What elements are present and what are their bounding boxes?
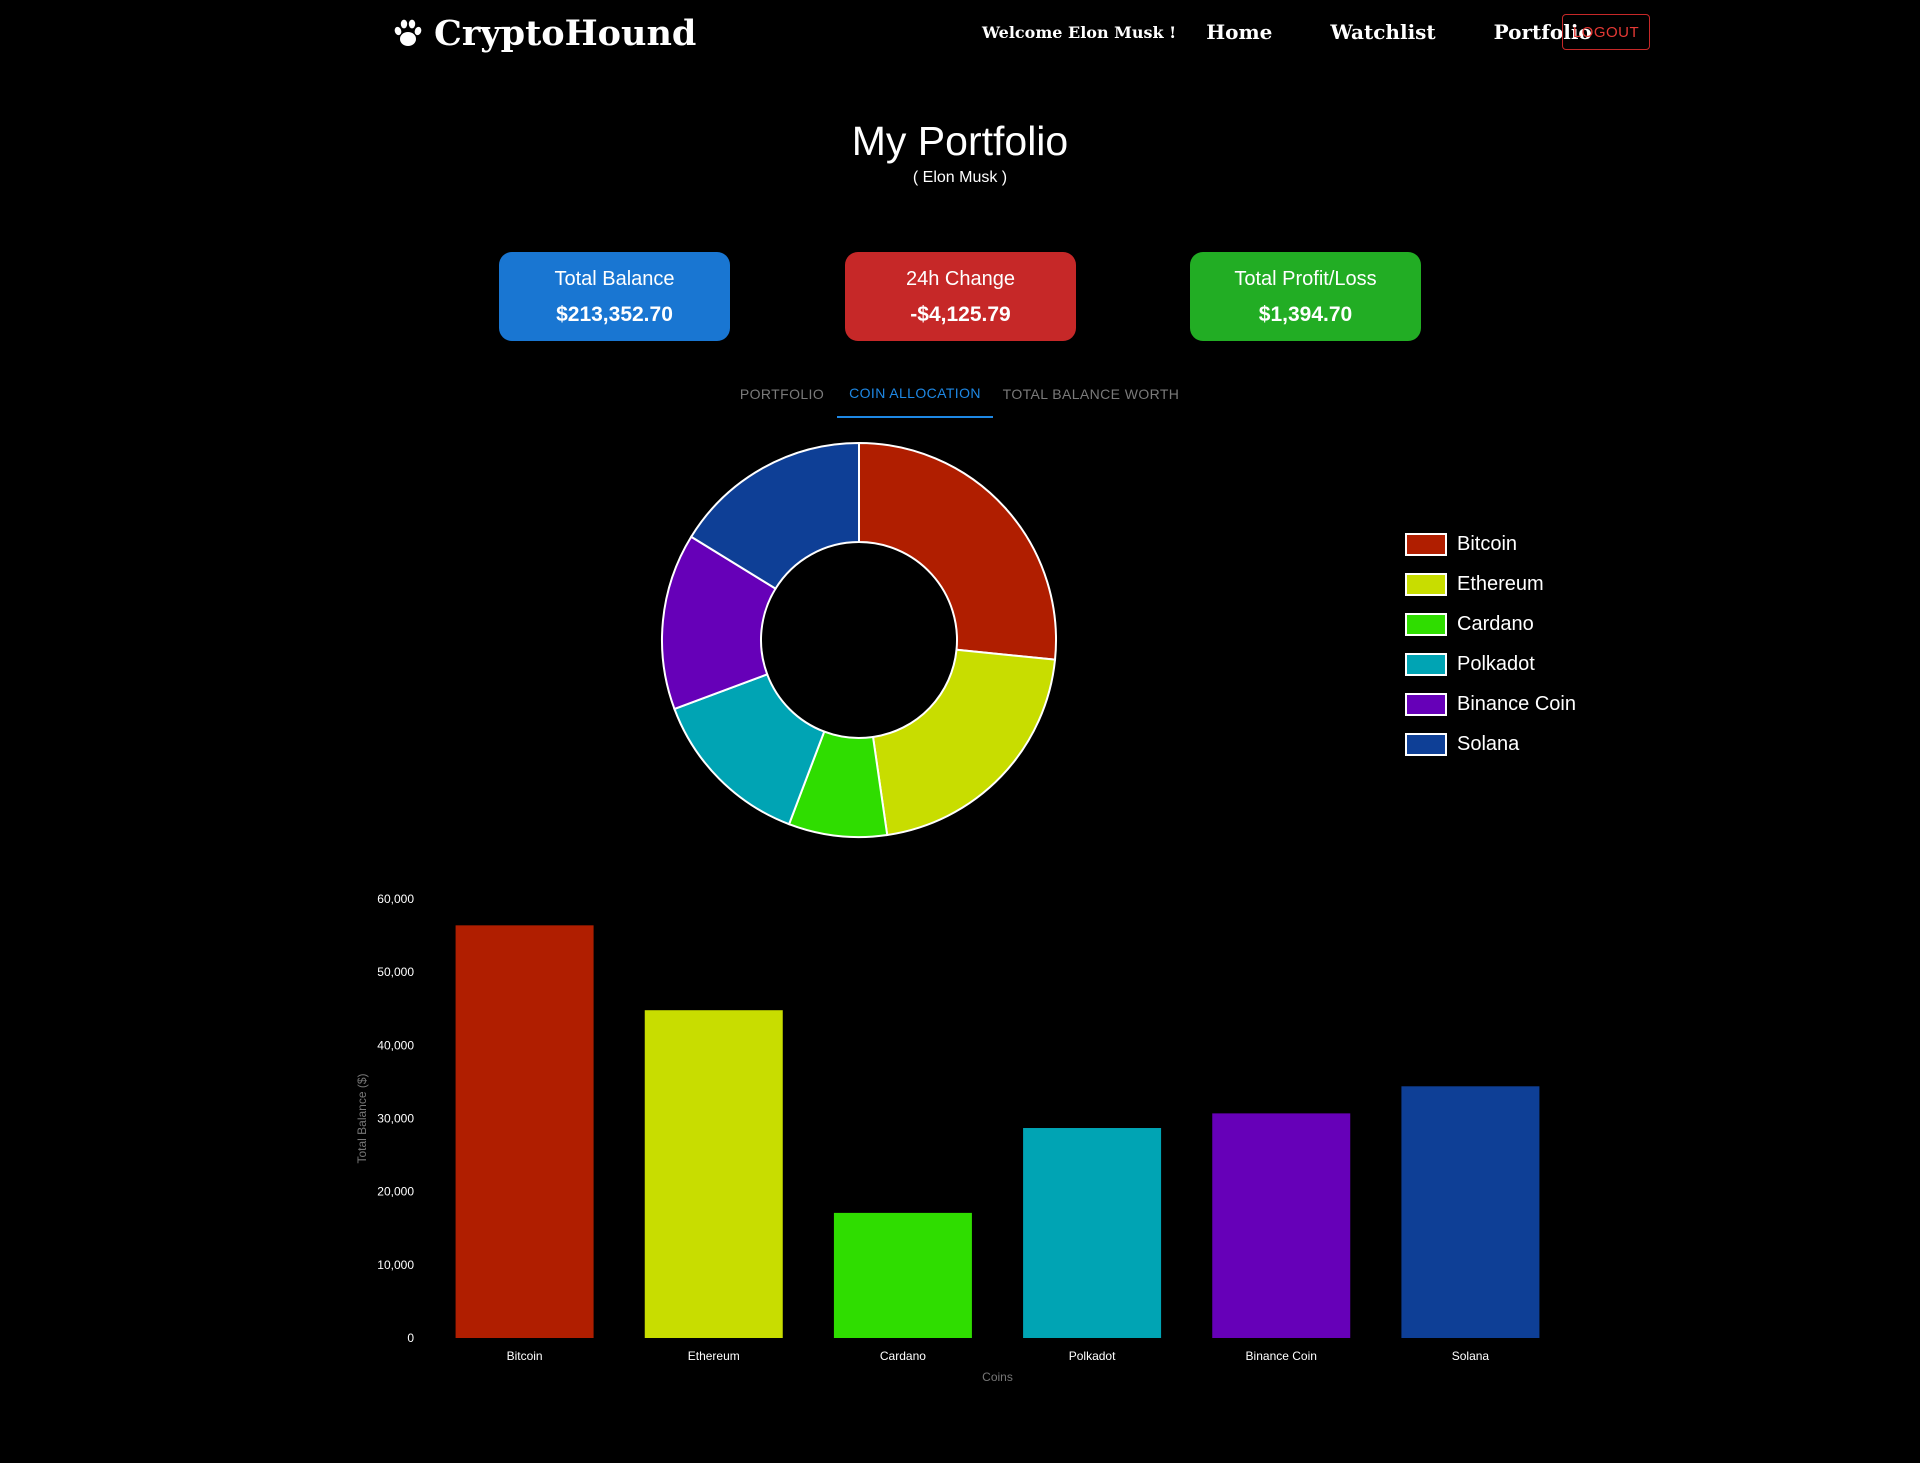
y-tick-label: 10,000 — [377, 1258, 414, 1272]
y-tick-label: 40,000 — [377, 1038, 414, 1052]
bar-solana[interactable] — [1401, 1086, 1540, 1338]
x-tick-label: Bitcoin — [507, 1349, 543, 1363]
bar-bitcoin[interactable] — [455, 925, 594, 1338]
y-axis-label: Total Balance ($) — [355, 1073, 369, 1163]
x-tick-label: Cardano — [880, 1349, 926, 1363]
bar-cardano[interactable] — [833, 1212, 972, 1338]
y-tick-label: 60,000 — [377, 892, 414, 906]
y-tick-label: 20,000 — [377, 1185, 414, 1199]
x-tick-label: Binance Coin — [1246, 1349, 1317, 1363]
x-tick-label: Solana — [1452, 1349, 1490, 1363]
y-tick-label: 30,000 — [377, 1112, 414, 1126]
total-balance-bar-chart: 0 10,000 20,000 30,000 40,000 50,000 60,000 Bit… — [355, 892, 1540, 1384]
y-tick-label: 0 — [407, 1331, 414, 1345]
bar-polkadot[interactable] — [1023, 1128, 1162, 1338]
bar-binance-coin[interactable] — [1212, 1113, 1351, 1338]
y-tick-label: 50,000 — [377, 965, 414, 979]
x-tick-label: Polkadot — [1069, 1349, 1116, 1363]
x-axis-label: Coins — [982, 1370, 1013, 1384]
bar-ethereum[interactable] — [644, 1010, 783, 1338]
x-tick-label: Ethereum — [688, 1349, 740, 1363]
